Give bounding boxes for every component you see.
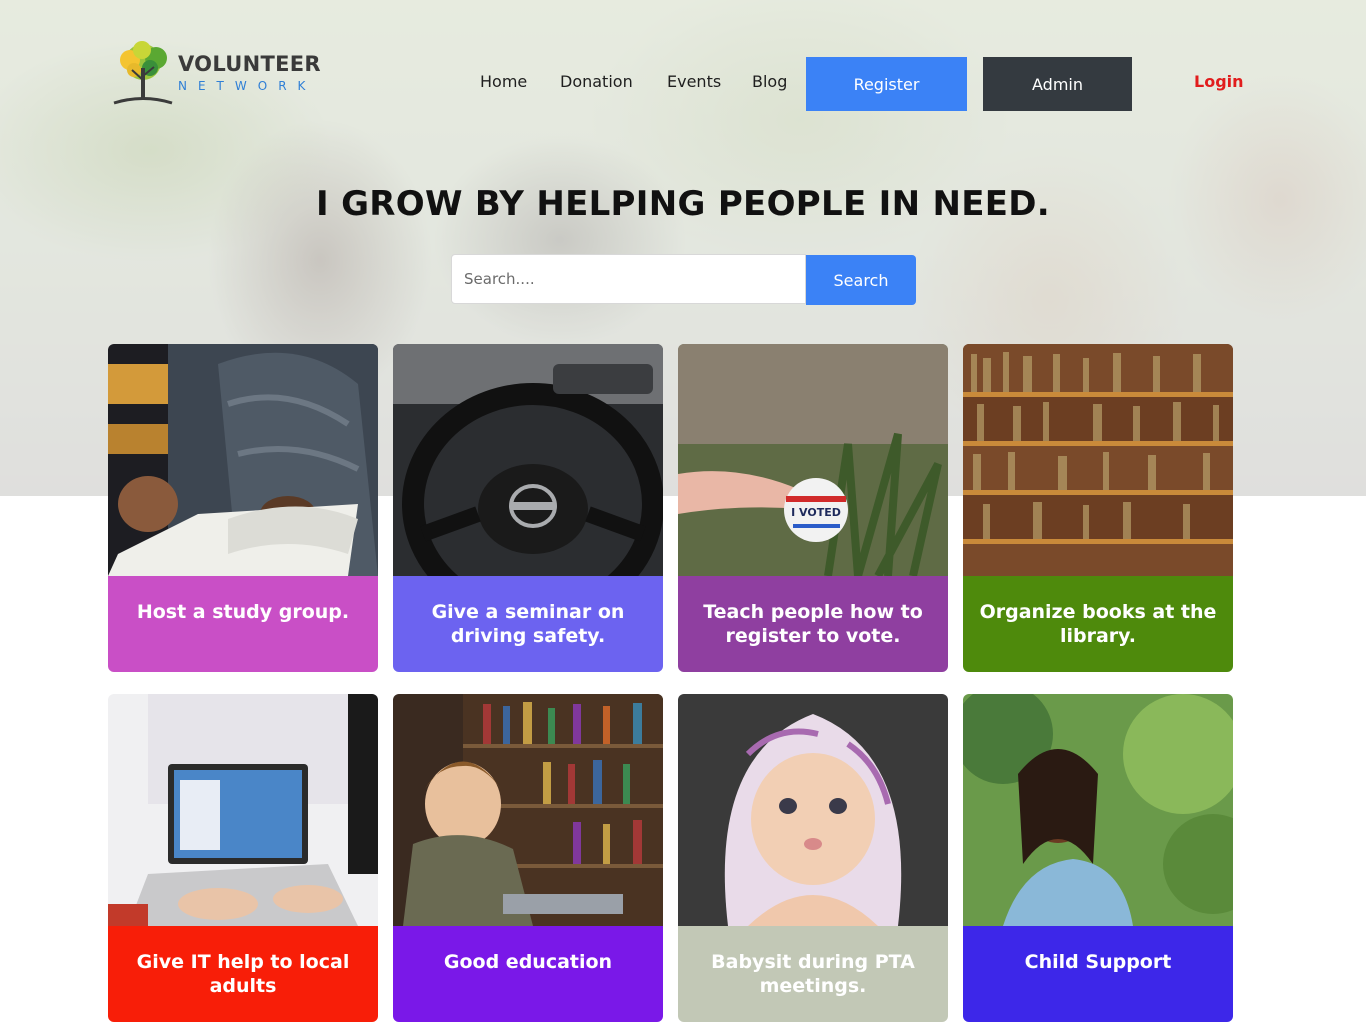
brand-title: VOLUNTEER (178, 52, 321, 76)
nav-events-link[interactable]: Events (667, 72, 721, 91)
girl-outdoors-image (963, 694, 1233, 926)
card-study-group[interactable]: Host a study group. (108, 344, 378, 672)
card-organize-books[interactable]: Organize books at the library. (963, 344, 1233, 672)
register-button[interactable]: Register (806, 57, 967, 111)
sticker-text: I VOTED (791, 506, 841, 519)
card-caption: Child Support (963, 926, 1233, 1022)
card-child-support[interactable]: Child Support (963, 694, 1233, 1022)
laptop-image (108, 694, 378, 926)
bookshelf-image (963, 344, 1233, 576)
hero-headline: I GROW BY HELPING PEOPLE IN NEED. (315, 184, 1051, 224)
nav-donation-link[interactable]: Donation (560, 72, 633, 91)
child-reading-image (393, 694, 663, 926)
card-caption: Teach people how to register to vote. (678, 576, 948, 672)
card-it-help[interactable]: Give IT help to local adults (108, 694, 378, 1022)
card-caption: Babysit during PTA meetings. (678, 926, 948, 1022)
card-good-education[interactable]: Good education (393, 694, 663, 1022)
login-link[interactable]: Login (1194, 72, 1244, 91)
card-driving-safety[interactable]: Give a seminar on driving safety. (393, 344, 663, 672)
card-caption: Give a seminar on driving safety. (393, 576, 663, 672)
card-caption: Host a study group. (108, 576, 378, 672)
i-voted-sticker-image: I VOTED (678, 344, 948, 576)
card-caption: Give IT help to local adults (108, 926, 378, 1022)
card-caption: Organize books at the library. (963, 576, 1233, 672)
card-register-vote[interactable]: I VOTED Teach people how to register to … (678, 344, 948, 672)
search-button[interactable]: Search (806, 255, 916, 305)
card-caption: Good education (393, 926, 663, 1022)
nav-blog-link[interactable]: Blog (752, 72, 787, 91)
admin-button[interactable]: Admin (983, 57, 1132, 111)
baby-image (678, 694, 948, 926)
search-input[interactable] (451, 254, 806, 304)
card-babysit[interactable]: Babysit during PTA meetings. (678, 694, 948, 1022)
steering-wheel-image (393, 344, 663, 576)
nav-home-link[interactable]: Home (480, 72, 527, 91)
brand-subtitle: NETWORK (178, 79, 317, 93)
study-group-image (108, 344, 378, 576)
tree-logo-icon (113, 41, 173, 105)
brand-logo[interactable]: VOLUNTEER NETWORK (112, 40, 322, 108)
